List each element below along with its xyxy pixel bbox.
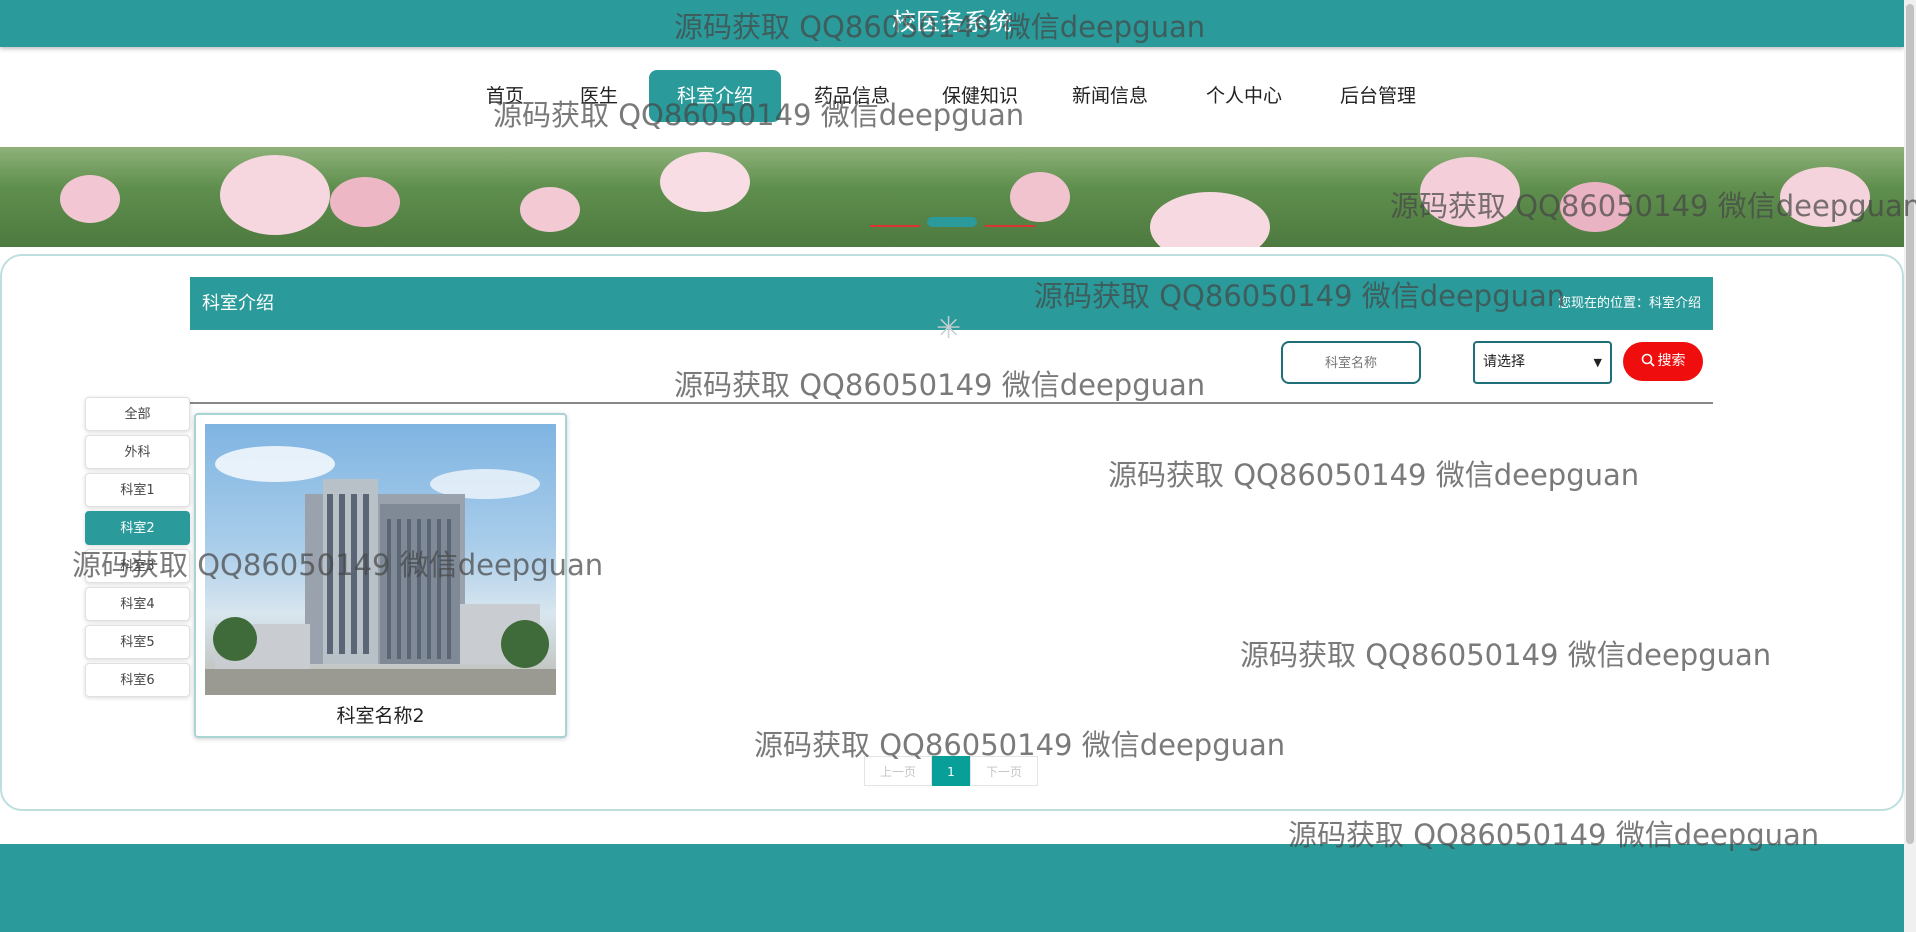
prev-page-button[interactable]: 上一页	[864, 756, 932, 786]
department-name-search-input[interactable]	[1281, 341, 1421, 384]
banner-flower	[1150, 192, 1270, 247]
banner-flower	[1010, 172, 1070, 222]
category-item-surgery[interactable]: 外科	[85, 435, 190, 469]
footer	[0, 844, 1904, 932]
category-item-dept3[interactable]: 科室3	[85, 549, 190, 583]
loading-spinner-icon: ✳	[936, 311, 962, 346]
banner-flower	[60, 175, 120, 223]
banner-flower	[330, 177, 400, 227]
type-select[interactable]: 请选择 ▼	[1473, 341, 1612, 384]
category-item-dept1[interactable]: 科室1	[85, 473, 190, 507]
breadcrumb: 您现在的位置：科室介绍	[1557, 296, 1701, 311]
next-page-button[interactable]: 下一页	[970, 756, 1038, 786]
category-item-all[interactable]: 全部	[85, 397, 190, 431]
department-card-title: 科室名称2	[336, 705, 425, 727]
category-item-dept6[interactable]: 科室6	[85, 663, 190, 697]
category-item-dept4[interactable]: 科室4	[85, 587, 190, 621]
category-item-dept5[interactable]: 科室5	[85, 625, 190, 659]
nav-item-doctors[interactable]: 医生	[568, 70, 630, 122]
search-button[interactable]: 搜索	[1623, 342, 1703, 381]
carousel-line	[985, 225, 1035, 227]
page-1-button[interactable]: 1	[932, 756, 970, 786]
main-nav: 首页 医生 科室介绍 药品信息 保健知识 新闻信息 个人中心 后台管理	[0, 68, 1904, 124]
site-title: 校医务系统	[892, 8, 1012, 36]
nav-item-personal-center[interactable]: 个人中心	[1192, 70, 1296, 122]
banner-flower	[520, 187, 580, 232]
banner-carousel[interactable]	[0, 147, 1904, 247]
banner-flower	[220, 155, 330, 235]
department-card[interactable]: 科室名称2	[194, 413, 567, 738]
carousel-line	[870, 225, 920, 227]
chevron-down-icon: ▼	[1593, 356, 1602, 369]
carousel-indicator[interactable]	[927, 217, 977, 227]
nav-item-news[interactable]: 新闻信息	[1058, 70, 1162, 122]
banner-flower	[1560, 182, 1630, 232]
banner-flower	[1780, 167, 1870, 227]
section-title: 科室介绍	[202, 293, 274, 314]
department-image	[205, 424, 556, 695]
scrollbar-thumb[interactable]	[1906, 4, 1914, 844]
nav-item-departments[interactable]: 科室介绍	[649, 70, 781, 122]
hospital-building-icon	[205, 446, 556, 695]
nav-item-health-knowledge[interactable]: 保健知识	[928, 70, 1032, 122]
nav-item-admin[interactable]: 后台管理	[1326, 70, 1430, 122]
banner-flower	[660, 152, 750, 212]
category-item-dept2[interactable]: 科室2	[85, 511, 190, 545]
nav-item-home[interactable]: 首页	[474, 70, 536, 122]
type-select-value: 请选择	[1483, 354, 1525, 370]
nav-item-medicines[interactable]: 药品信息	[800, 70, 904, 122]
top-bar: 校医务系统	[0, 0, 1904, 47]
divider	[190, 402, 1713, 404]
search-icon	[1641, 353, 1655, 367]
scrollbar[interactable]	[1904, 0, 1916, 932]
search-button-label: 搜索	[1657, 353, 1686, 369]
banner-flower	[1420, 157, 1520, 227]
